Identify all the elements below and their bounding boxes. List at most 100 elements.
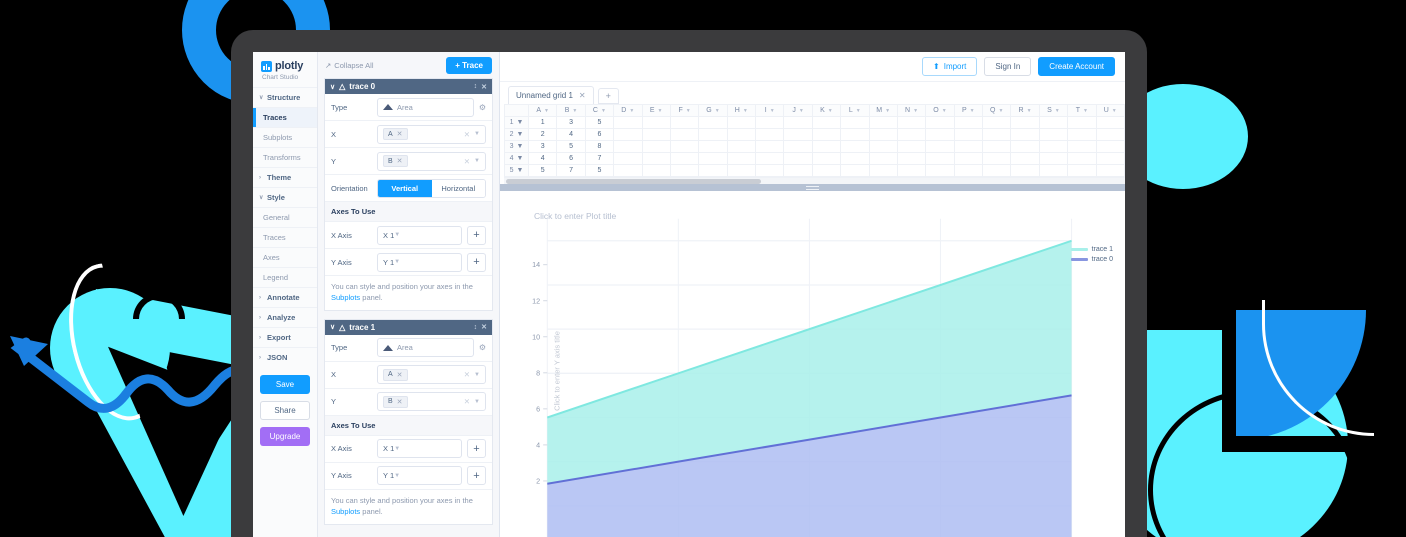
- grid-cell[interactable]: 8: [584, 140, 615, 153]
- add-y-axis-button[interactable]: +: [467, 466, 486, 486]
- grid-cell[interactable]: [726, 152, 757, 165]
- y-axis-select[interactable]: Y 1 ▼: [377, 466, 462, 486]
- grid-cell[interactable]: [1038, 164, 1069, 177]
- chevron-down-icon[interactable]: ∨: [330, 83, 335, 91]
- chart-area[interactable]: Click to enter Plot title Click to enter…: [500, 191, 1125, 537]
- trace-y-select[interactable]: B ✕ ✕ ▼: [377, 151, 486, 171]
- grid-cell[interactable]: [953, 164, 984, 177]
- grid-cell[interactable]: [811, 152, 842, 165]
- grid-cell[interactable]: [698, 164, 728, 177]
- grid-cell[interactable]: [868, 128, 898, 141]
- grid-cell[interactable]: [868, 152, 898, 165]
- sign-in-button[interactable]: Sign In: [984, 57, 1032, 76]
- grid-cell[interactable]: [1067, 116, 1097, 129]
- clear-icon[interactable]: ✕: [464, 397, 470, 406]
- grid-cell[interactable]: [840, 152, 870, 165]
- grid-cell[interactable]: 5: [584, 116, 615, 129]
- chart-legend[interactable]: trace 1 trace 0: [1070, 246, 1113, 266]
- gear-icon[interactable]: ⚙: [479, 103, 486, 112]
- x-column-tag[interactable]: A ✕: [383, 368, 408, 381]
- grid-cell[interactable]: [981, 152, 1012, 165]
- panel-splitter[interactable]: [500, 184, 1125, 191]
- column-header[interactable]: R ▼: [1010, 104, 1040, 117]
- row-header[interactable]: 1 ▼: [504, 116, 529, 129]
- legend-item-trace0[interactable]: trace 0: [1070, 256, 1113, 263]
- column-header[interactable]: A ▼: [527, 104, 558, 117]
- grid-cell[interactable]: 1: [527, 116, 558, 129]
- grid-cell[interactable]: [868, 116, 898, 129]
- grid-cell[interactable]: [1038, 152, 1069, 165]
- grid-cell[interactable]: [641, 128, 671, 141]
- grid-cell[interactable]: [1038, 140, 1069, 153]
- column-header[interactable]: N ▼: [896, 104, 927, 117]
- add-y-axis-button[interactable]: +: [467, 252, 486, 272]
- trace-type-select[interactable]: Area: [377, 97, 474, 117]
- sidebar-group-structure[interactable]: ∨ Structure: [253, 87, 317, 107]
- sidebar-group-style[interactable]: ∨ Style: [253, 187, 317, 207]
- grid-cell[interactable]: [925, 116, 955, 129]
- grid-cell[interactable]: 7: [584, 152, 615, 165]
- grid-cell[interactable]: [811, 164, 842, 177]
- orientation-vertical-option[interactable]: Vertical: [378, 179, 432, 197]
- grid-cell[interactable]: [1038, 128, 1069, 141]
- grid-cell[interactable]: 5: [584, 164, 615, 177]
- reorder-icon[interactable]: ↕: [474, 324, 478, 331]
- grid-cell[interactable]: [1067, 128, 1097, 141]
- row-header[interactable]: 5 ▼: [504, 164, 529, 177]
- x-column-tag[interactable]: A ✕: [383, 128, 408, 140]
- gear-icon[interactable]: ⚙: [479, 343, 486, 352]
- grid-cell[interactable]: [754, 152, 785, 165]
- grid-cell[interactable]: [698, 140, 728, 153]
- sidebar-group-analyze[interactable]: › Analyze: [253, 307, 317, 327]
- reorder-icon[interactable]: ↕: [474, 83, 478, 90]
- column-header[interactable]: D ▼: [613, 104, 643, 117]
- grid-cell[interactable]: [698, 152, 728, 165]
- sidebar-group-annotate[interactable]: › Annotate: [253, 287, 317, 307]
- grid-cell[interactable]: [896, 152, 927, 165]
- grid-cell[interactable]: [641, 152, 671, 165]
- sidebar-item-transforms[interactable]: Transforms: [253, 147, 317, 167]
- column-header[interactable]: F ▼: [669, 104, 700, 117]
- grid-cell[interactable]: [868, 140, 898, 153]
- share-button[interactable]: Share: [260, 401, 310, 420]
- trace-card-header[interactable]: ∨ △ trace 0 ↕ ✕: [325, 79, 492, 94]
- grid-cell[interactable]: [613, 152, 643, 165]
- grid-cell[interactable]: [953, 152, 984, 165]
- column-header[interactable]: I ▼: [754, 104, 785, 117]
- sidebar-item-traces[interactable]: Traces: [253, 107, 317, 127]
- grid-cell[interactable]: [1095, 116, 1125, 129]
- trace-x-select[interactable]: A ✕ ✕ ▼: [377, 124, 486, 144]
- sidebar-item-general[interactable]: General: [253, 207, 317, 227]
- remove-icon[interactable]: ✕: [397, 398, 403, 406]
- grid-cell[interactable]: [613, 140, 643, 153]
- grid-cell[interactable]: [783, 152, 813, 165]
- column-header[interactable]: S ▼: [1038, 104, 1069, 117]
- grid-cell[interactable]: [1010, 164, 1040, 177]
- y-axis-select[interactable]: Y 1 ▼: [377, 252, 462, 272]
- grid-cell[interactable]: [981, 128, 1012, 141]
- sidebar-group-theme[interactable]: › Theme: [253, 167, 317, 187]
- clear-icon[interactable]: ✕: [464, 130, 470, 139]
- grid-cell[interactable]: [726, 116, 757, 129]
- orientation-horizontal-option[interactable]: Horizontal: [431, 179, 485, 197]
- grid-cell[interactable]: [613, 164, 643, 177]
- grid-cell[interactable]: [925, 140, 955, 153]
- add-grid-tab-button[interactable]: +: [597, 88, 619, 104]
- grid-cell[interactable]: [754, 140, 785, 153]
- sidebar-item-legend[interactable]: Legend: [253, 267, 317, 287]
- grid-cell[interactable]: [754, 164, 785, 177]
- grid-cell[interactable]: [641, 116, 671, 129]
- orientation-toggle[interactable]: Vertical Horizontal: [377, 178, 486, 198]
- grid-cell[interactable]: [840, 116, 870, 129]
- grid-cell[interactable]: [981, 164, 1012, 177]
- grid-cell[interactable]: [811, 128, 842, 141]
- trace-card-header[interactable]: ∨ △ trace 1 ↕ ✕: [325, 319, 492, 335]
- column-header[interactable]: G ▼: [698, 104, 728, 117]
- grid-cell[interactable]: [726, 140, 757, 153]
- grid-cell[interactable]: [896, 140, 927, 153]
- grid-cell[interactable]: [1038, 116, 1069, 129]
- grid-cell[interactable]: [981, 116, 1012, 129]
- trace-x-select[interactable]: A ✕ ✕ ▼: [377, 365, 486, 385]
- grid-cell[interactable]: [925, 164, 955, 177]
- sidebar-item-axes[interactable]: Axes: [253, 247, 317, 267]
